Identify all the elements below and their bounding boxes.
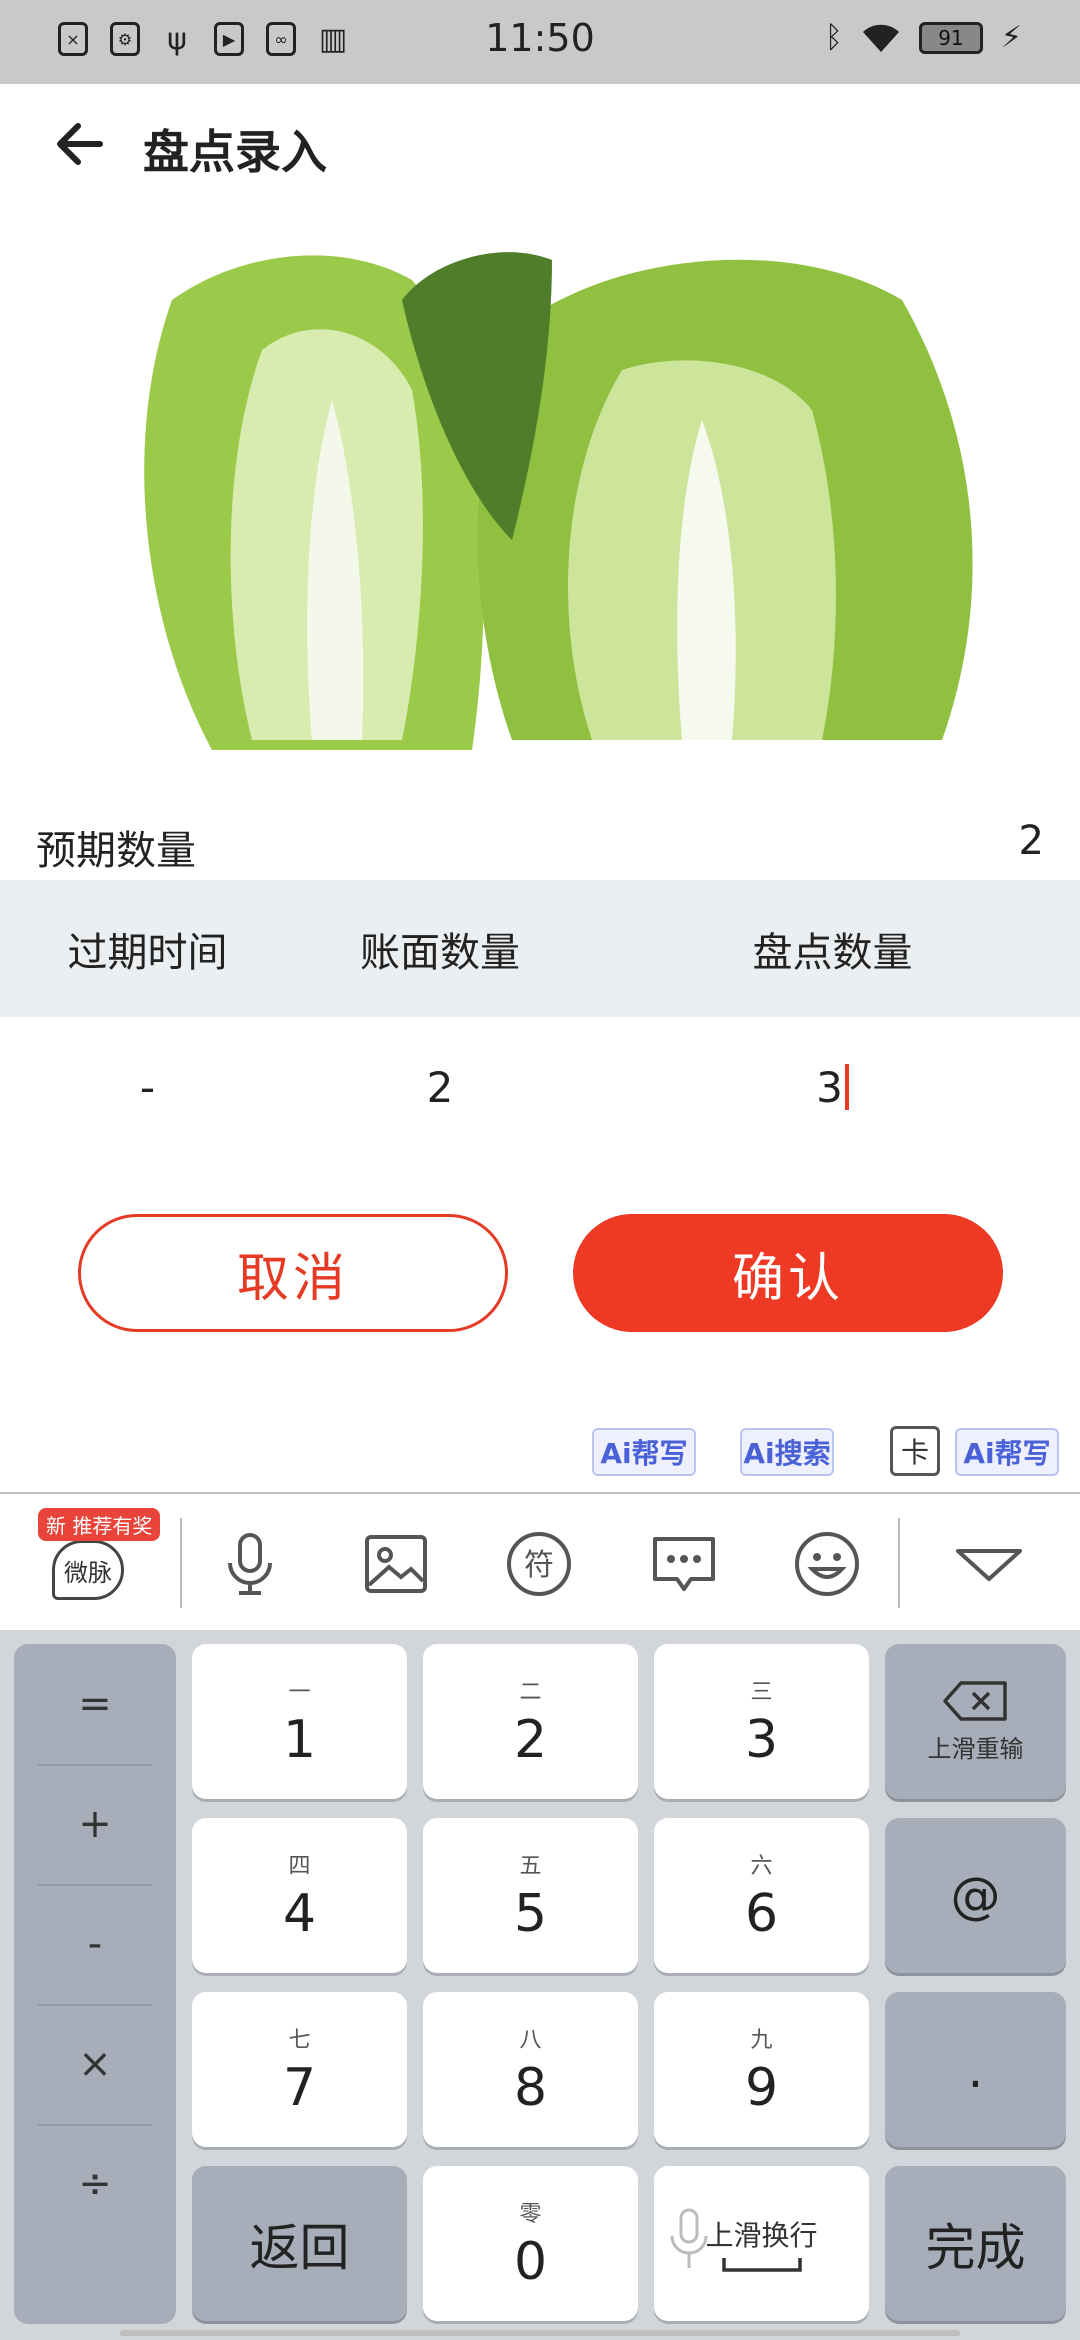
key-3[interactable]: 三3 (654, 1644, 869, 1799)
bluetooth-icon: ᛒ (824, 20, 843, 55)
key-label: 8 (513, 2057, 548, 2118)
backspace-hint: 上滑重输 (927, 1735, 1024, 1763)
cancel-button[interactable]: 取消 (78, 1214, 508, 1332)
chat-icon[interactable] (648, 1528, 720, 1600)
app-header: 盘点录入 (0, 84, 1080, 204)
key-4[interactable]: 四4 (192, 1818, 407, 1973)
header-count-qty: 盘点数量 (752, 929, 913, 976)
done-key[interactable]: 完成 (885, 2166, 1066, 2321)
operator-column: = + - × ÷ (14, 1644, 176, 2324)
backspace-key[interactable]: 上滑重输 (885, 1644, 1066, 1799)
back-arrow-icon[interactable] (50, 114, 110, 174)
key-label: 返回 (249, 2218, 350, 2277)
charging-icon: ⚡ (1000, 20, 1022, 55)
keyboard-suggestion-bar: Ai帮写 Ai搜索 卡 Ai帮写 (0, 1420, 1080, 1488)
header-expiry: 过期时间 (67, 929, 228, 976)
count-quantity-value: 3 (816, 1062, 843, 1112)
key-label: 完成 (925, 2218, 1026, 2277)
status-bar: × ⚙ ψ ▶ ∞ ▥ 11:50 ᛒ 91 ⚡ (0, 0, 1080, 84)
battery-icon: 91 (918, 21, 983, 54)
expected-quantity-label: 预期数量 (36, 828, 196, 874)
enter-hint: 上滑换行 (705, 2218, 818, 2252)
space-key[interactable]: 上滑换行 (654, 2166, 869, 2321)
new-tag: 新 (46, 1514, 66, 1538)
ai-write-chip-2[interactable]: Ai帮写 (955, 1428, 1059, 1476)
table-header: 过期时间 账面数量 盘点数量 (0, 880, 1080, 1017)
key-label: 5 (513, 1883, 548, 1944)
ai-search-chip[interactable]: Ai搜索 (740, 1428, 834, 1476)
expected-quantity-row: 预期数量 2 (0, 800, 1080, 880)
key-divide[interactable]: ÷ (14, 2124, 176, 2244)
key-hint: 八 (519, 2027, 542, 2053)
toolbar-separator (180, 1518, 182, 1608)
key-equals[interactable]: = (14, 1644, 176, 1764)
key-hint: 五 (519, 1853, 542, 1879)
wifi-icon (862, 24, 899, 52)
voice-input-icon (670, 2208, 708, 2268)
key-6[interactable]: 六6 (654, 1818, 869, 1973)
key-hint: 一 (288, 1679, 311, 1705)
page-title: 盘点录入 (143, 125, 327, 179)
key-label: 4 (282, 1883, 317, 1944)
key-hint: 六 (750, 1853, 773, 1879)
key-label: 6 (744, 1883, 779, 1944)
key-label: 2 (513, 1709, 548, 1770)
numeric-keypad: = + - × ÷ 一1 二2 三3 上滑重输 四4 五5 六6 @ 七7 八8… (0, 1630, 1080, 2340)
key-hint: 二 (519, 1679, 542, 1705)
key-hint: 三 (750, 1679, 773, 1705)
keyboard-toolbar: 微脉 新 推荐有奖 符 (0, 1494, 1080, 1630)
emoji-icon[interactable] (791, 1528, 863, 1600)
count-quantity-input[interactable]: 3 (585, 1017, 1080, 1157)
key-0[interactable]: 零0 (423, 2166, 638, 2321)
weimai-app-button[interactable]: 微脉 (52, 1540, 124, 1600)
cell-book-qty: 2 (426, 1062, 454, 1112)
collapse-keyboard-icon[interactable] (953, 1528, 1025, 1600)
battery-level: 91 (938, 25, 964, 50)
key-dot[interactable]: . (885, 1992, 1066, 2147)
back-key[interactable]: 返回 (192, 2166, 407, 2321)
key-9[interactable]: 九9 (654, 1992, 869, 2147)
key-label: @ (950, 1866, 1001, 1925)
promo-label: 推荐有奖 (72, 1514, 153, 1538)
key-label: 7 (282, 2057, 317, 2118)
status-right-icons: ᛒ 91 ⚡ (825, 20, 1022, 55)
key-7[interactable]: 七7 (192, 1992, 407, 2147)
product-image (82, 240, 1002, 750)
key-label: 3 (744, 1709, 779, 1770)
key-at[interactable]: @ (885, 1818, 1066, 1973)
header-book-qty: 账面数量 (360, 929, 520, 976)
key-minus[interactable]: - (14, 1884, 176, 2004)
key-hint: 七 (288, 2027, 311, 2053)
image-icon[interactable] (360, 1528, 432, 1600)
key-hint: 零 (519, 2201, 542, 2227)
promo-badge: 新 推荐有奖 (38, 1508, 161, 1541)
weimai-label: 微脉 (64, 1558, 112, 1587)
confirm-button[interactable]: 确认 (573, 1214, 1003, 1332)
key-8[interactable]: 八8 (423, 1992, 638, 2147)
microphone-icon[interactable] (214, 1528, 286, 1600)
key-1[interactable]: 一1 (192, 1644, 407, 1799)
cell-expiry: - (139, 1062, 156, 1112)
backspace-icon (942, 1681, 1007, 1721)
key-plus[interactable]: + (14, 1764, 176, 1884)
key-label: 9 (744, 2057, 779, 2118)
key-label: . (967, 2040, 984, 2099)
key-5[interactable]: 五5 (423, 1818, 638, 1973)
table-row: - 2 3 (0, 1017, 1080, 1157)
card-chip[interactable]: 卡 (890, 1426, 940, 1476)
svg-text:符: 符 (524, 1548, 554, 1583)
key-2[interactable]: 二2 (423, 1644, 638, 1799)
key-label: 1 (282, 1709, 317, 1770)
key-multiply[interactable]: × (14, 2004, 176, 2124)
symbol-icon[interactable]: 符 (503, 1528, 575, 1600)
space-bar-icon (721, 2257, 802, 2272)
home-indicator (120, 2330, 960, 2336)
key-label: 0 (513, 2231, 548, 2292)
key-hint: 四 (288, 1853, 311, 1879)
text-caret (844, 1064, 849, 1110)
key-hint: 九 (750, 2027, 773, 2053)
expected-quantity-value: 2 (1018, 818, 1044, 864)
ai-write-chip[interactable]: Ai帮写 (592, 1428, 696, 1476)
toolbar-separator (898, 1518, 900, 1608)
